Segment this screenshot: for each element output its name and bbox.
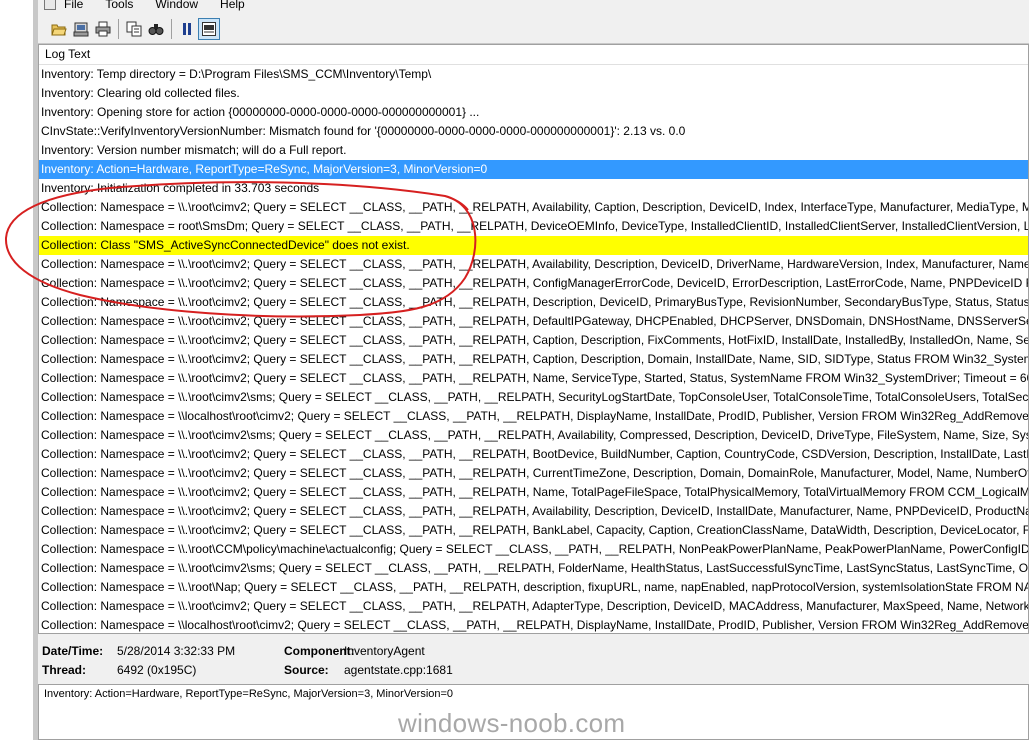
menu-window[interactable]: Window — [155, 0, 198, 11]
log-row[interactable]: Collection: Namespace = \\.\root\cimv2; … — [39, 350, 1028, 369]
datetime-value: 5/28/2014 3:32:33 PM — [117, 644, 236, 658]
background-window — [0, 0, 33, 740]
log-row[interactable]: Inventory: Temp directory = D:\Program F… — [39, 65, 1028, 84]
log-row[interactable]: Collection: Namespace = \\.\root\cimv2; … — [39, 293, 1028, 312]
thread-value: 6492 (0x195C) — [117, 663, 197, 677]
app-icon — [44, 0, 56, 10]
watermark-text: windows-noob.com — [398, 708, 626, 738]
log-row[interactable]: Collection: Namespace = \\.\root\CCM\pol… — [39, 540, 1028, 559]
log-row[interactable]: Collection: Namespace = \\.\root\cimv2\s… — [39, 426, 1028, 445]
log-row[interactable]: Inventory: Action=Hardware, ReportType=R… — [39, 160, 1028, 179]
log-row[interactable]: Collection: Namespace = \\localhost\root… — [39, 407, 1028, 426]
toolbar-separator — [171, 19, 172, 39]
toolbar — [38, 15, 1029, 44]
log-view-icon[interactable] — [198, 18, 220, 40]
log-rows: Inventory: Temp directory = D:\Program F… — [39, 65, 1028, 633]
details-pane: Date/Time: 5/28/2014 3:32:33 PM Componen… — [38, 639, 1029, 683]
copy-icon[interactable] — [123, 18, 145, 40]
log-row[interactable]: Collection: Namespace = \\.\root\cimv2; … — [39, 198, 1028, 217]
log-row[interactable]: Collection: Namespace = \\.\root\cimv2; … — [39, 331, 1028, 350]
print-icon[interactable] — [92, 18, 114, 40]
log-row[interactable]: Collection: Namespace = \\.\root\cimv2; … — [39, 597, 1028, 616]
menu-bar: File Tools Window Help — [38, 0, 1029, 12]
log-row[interactable]: Collection: Namespace = \\.\root\cimv2; … — [39, 369, 1028, 388]
datetime-label: Date/Time: — [42, 644, 104, 658]
menu-file[interactable]: File — [64, 0, 83, 11]
print-preview-icon[interactable] — [70, 18, 92, 40]
open-folder-icon[interactable] — [48, 18, 70, 40]
log-row[interactable]: Inventory: Clearing old collected files. — [39, 84, 1028, 103]
log-row[interactable]: Collection: Namespace = root\SmsDm; Quer… — [39, 217, 1028, 236]
log-row[interactable]: Collection: Namespace = \\.\root\cimv2\s… — [39, 559, 1028, 578]
pause-icon[interactable] — [176, 18, 198, 40]
cmtrace-window: File Tools Window Help Log Text Inventor… — [38, 0, 1029, 740]
log-row[interactable]: Inventory: Initialization completed in 3… — [39, 179, 1028, 198]
source-label: Source: — [284, 663, 329, 677]
log-row[interactable]: Collection: Namespace = \\.\root\cimv2; … — [39, 464, 1028, 483]
log-row[interactable]: Inventory: Opening store for action {000… — [39, 103, 1028, 122]
toolbar-separator — [118, 19, 119, 39]
log-row[interactable]: Collection: Namespace = \\.\root\cimv2; … — [39, 255, 1028, 274]
source-value: agentstate.cpp:1681 — [344, 663, 453, 677]
column-header-log-text[interactable]: Log Text — [39, 45, 1028, 65]
thread-label: Thread: — [42, 663, 87, 677]
component-value: InventoryAgent — [344, 644, 425, 658]
log-row[interactable]: Collection: Namespace = \\localhost\root… — [39, 616, 1028, 633]
find-icon[interactable] — [145, 18, 167, 40]
log-row[interactable]: Inventory: Version number mismatch; will… — [39, 141, 1028, 160]
log-row[interactable]: CInvState::VerifyInventoryVersionNumber:… — [39, 122, 1028, 141]
log-row[interactable]: Collection: Class "SMS_ActiveSyncConnect… — [39, 236, 1028, 255]
menu-tools[interactable]: Tools — [105, 0, 133, 11]
log-row[interactable]: Collection: Namespace = \\.\root\cimv2; … — [39, 274, 1028, 293]
log-row[interactable]: Collection: Namespace = \\.\root\cimv2\s… — [39, 388, 1028, 407]
log-row[interactable]: Collection: Namespace = \\.\root\cimv2; … — [39, 445, 1028, 464]
log-row[interactable]: Collection: Namespace = \\.\root\cimv2; … — [39, 521, 1028, 540]
log-row[interactable]: Collection: Namespace = \\.\root\cimv2; … — [39, 502, 1028, 521]
log-row[interactable]: Collection: Namespace = \\.\root\Nap; Qu… — [39, 578, 1028, 597]
log-row[interactable]: Collection: Namespace = \\.\root\cimv2; … — [39, 312, 1028, 331]
menu-help[interactable]: Help — [220, 0, 245, 11]
log-list[interactable]: Log Text Inventory: Temp directory = D:\… — [38, 44, 1029, 634]
log-row[interactable]: Collection: Namespace = \\.\root\cimv2; … — [39, 483, 1028, 502]
